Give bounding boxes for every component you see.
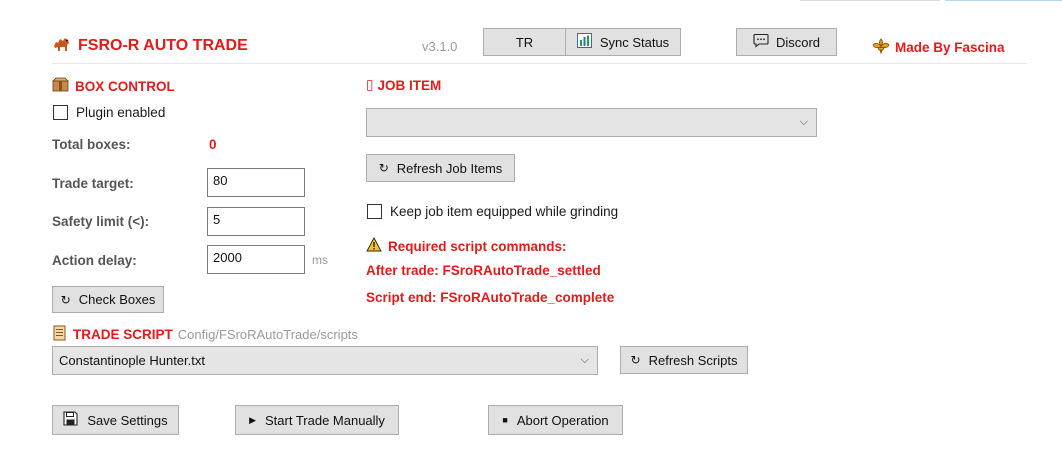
required-commands-header: Required script commands: — [366, 237, 567, 255]
trade-script-title: TRADE SCRIPT — [73, 327, 173, 342]
refresh-scripts-label: Refresh Scripts — [648, 352, 738, 368]
header-divider — [52, 63, 1027, 64]
sync-status-label: Sync Status — [599, 34, 670, 50]
ms-unit: ms — [312, 253, 328, 267]
bar-chart-icon — [576, 33, 592, 51]
action-delay-label: Action delay: — [52, 253, 137, 268]
chat-bubble-icon — [753, 33, 769, 51]
trade-script-header: TRADE SCRIPT Config/FSroRAutoTrade/scrip… — [52, 325, 358, 344]
trade-script-path: Config/FSroRAutoTrade/scripts — [177, 327, 358, 342]
tr-label: TR — [515, 34, 534, 50]
save-settings-label: Save Settings — [87, 412, 168, 428]
total-boxes-label: Total boxes: — [52, 137, 131, 152]
app-title: FSRO-R AUTO TRADE — [78, 36, 248, 54]
scroll-icon — [52, 325, 67, 344]
plugin-enabled-label: Plugin enabled — [76, 105, 166, 120]
check-boxes-button[interactable]: ↻ Check Boxes — [52, 286, 164, 313]
box-icon — [52, 77, 69, 95]
camel-icon — [52, 34, 72, 57]
tr-button[interactable]: TR — [483, 28, 566, 56]
keep-equipped-label: Keep job item equipped while grinding — [390, 204, 619, 219]
refresh-job-items-label: Refresh Job Items — [396, 160, 503, 176]
refresh-icon: ↻ — [60, 292, 71, 307]
check-boxes-label: Check Boxes — [78, 292, 156, 307]
made-by: Made By Fascina — [872, 38, 1005, 57]
floppy-disk-icon — [63, 411, 78, 429]
refresh-job-items-button[interactable]: ↻ Refresh Job Items — [366, 154, 515, 182]
required-commands-title: Required script commands: — [388, 238, 567, 254]
job-item-header: ▯ JOB ITEM — [366, 77, 441, 93]
after-trade-command: After trade: FSroRAutoTrade_settled — [366, 263, 601, 278]
safety-limit-label: Safety limit (<): — [52, 214, 150, 229]
start-trade-button[interactable]: ▶ Start Trade Manually — [235, 405, 399, 435]
chevron-down-icon: ⌵ — [799, 115, 808, 128]
discord-button[interactable]: Discord — [736, 28, 837, 56]
trade-script-select[interactable]: Constantinople Hunter.txt ⌵ — [52, 346, 598, 375]
made-by-label: Made By Fascina — [895, 40, 1005, 55]
top-divider-blue — [945, 0, 1062, 1]
top-divider — [800, 0, 940, 1]
fleur-icon — [872, 38, 890, 57]
abort-operation-label: Abort Operation — [516, 412, 609, 428]
box-control-title: BOX CONTROL — [75, 78, 175, 94]
play-icon: ▶ — [249, 414, 256, 425]
script-end-command: Script end: FSroRAutoTrade_complete — [366, 290, 615, 305]
action-delay-input[interactable]: 2000 — [207, 245, 305, 274]
total-boxes-value: 0 — [209, 137, 217, 152]
refresh-scripts-button[interactable]: ↻ Refresh Scripts — [620, 346, 748, 374]
save-settings-button[interactable]: Save Settings — [52, 405, 179, 435]
start-trade-label: Start Trade Manually — [264, 412, 385, 428]
trade-target-input[interactable]: 80 — [207, 168, 305, 197]
trade-target-label: Trade target: — [52, 176, 134, 191]
refresh-icon: ↻ — [378, 161, 389, 175]
stop-icon: ■ — [502, 415, 508, 425]
plugin-enabled-checkbox[interactable] — [53, 105, 68, 120]
job-item-select[interactable]: ⌵ — [366, 108, 817, 137]
trade-script-select-value: Constantinople Hunter.txt — [59, 353, 205, 368]
refresh-icon: ↻ — [630, 353, 641, 367]
job-item-title: JOB ITEM — [377, 77, 442, 93]
box-control-header: BOX CONTROL — [52, 77, 175, 95]
discord-label: Discord — [775, 34, 821, 50]
chevron-down-icon: ⌵ — [580, 353, 589, 366]
app-header: FSRO-R AUTO TRADE — [52, 34, 248, 57]
job-item-glyph: ▯ — [366, 77, 374, 92]
sync-status-button[interactable]: Sync Status — [565, 28, 681, 56]
safety-limit-input[interactable]: 5 — [207, 207, 305, 236]
abort-operation-button[interactable]: ■ Abort Operation — [488, 405, 623, 435]
warning-icon — [366, 237, 382, 255]
keep-equipped-checkbox[interactable] — [367, 204, 382, 219]
version-label: v3.1.0 — [422, 39, 458, 54]
